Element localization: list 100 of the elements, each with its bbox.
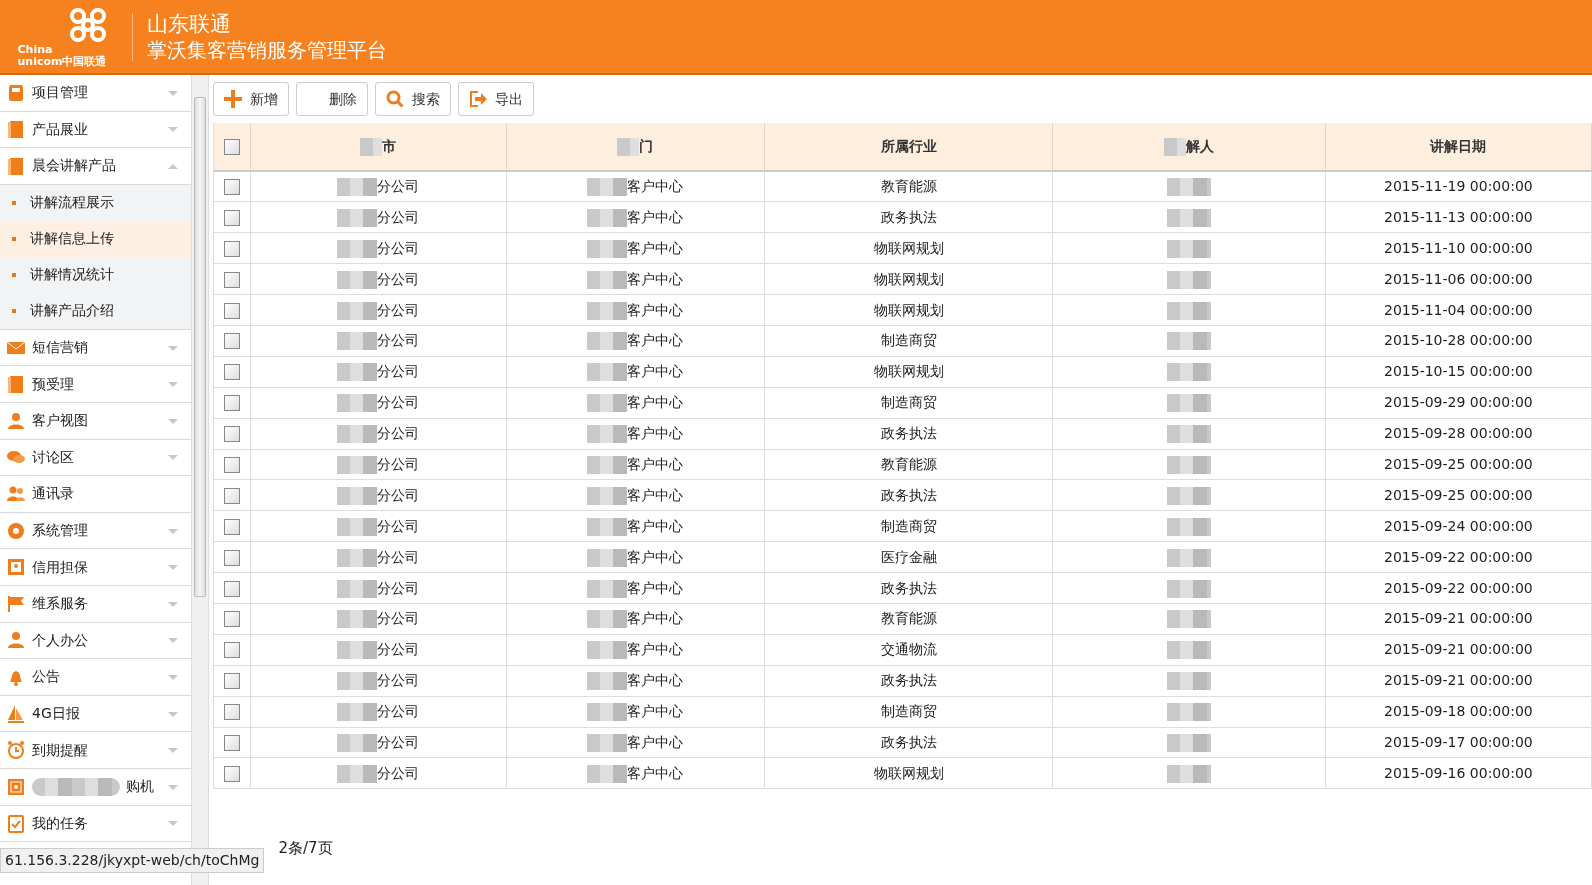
checkbox[interactable]	[223, 704, 240, 721]
sidebar-item[interactable]: 产品展业	[0, 111, 191, 149]
table-cell: 2015-09-29 00:00:00	[1384, 394, 1533, 411]
pixelated-block	[1167, 455, 1212, 474]
checkbox[interactable]	[223, 209, 240, 226]
table-cell: 制造商贸	[880, 703, 937, 720]
pixelated-block	[1167, 239, 1212, 258]
delete-button[interactable]: 删除	[295, 82, 368, 116]
table-cell: 2015-11-19 00:00:00	[1384, 178, 1533, 195]
checkbox[interactable]	[223, 426, 240, 443]
checkbox[interactable]	[223, 456, 240, 473]
table-cell: 分公司	[377, 641, 420, 658]
safe-icon	[6, 776, 26, 797]
pixelated-block	[337, 548, 378, 567]
checkbox[interactable]	[223, 549, 240, 566]
pixelated-block	[587, 178, 628, 197]
pixelated-block	[337, 301, 378, 320]
table-cell: 客户中心	[627, 178, 684, 195]
submenu-item[interactable]: 讲解信息上传	[0, 220, 191, 257]
pixelated-block	[1167, 548, 1212, 567]
checkbox[interactable]	[223, 179, 240, 196]
sidebar-item[interactable]: 晨会讲解产品	[0, 148, 191, 185]
pixelated-block	[587, 486, 628, 505]
flag-icon	[6, 593, 26, 614]
table-cell: 物联网规划	[873, 239, 944, 256]
table-cell: 交通物流	[880, 641, 937, 658]
caret-icon	[167, 819, 179, 828]
table-cell: 2015-09-21 00:00:00	[1384, 610, 1533, 627]
checkbox[interactable]	[223, 580, 240, 597]
table-cell: 政务执法	[880, 208, 937, 225]
caret-icon	[167, 746, 179, 755]
checkbox[interactable]	[223, 395, 240, 412]
table-cell: 教育能源	[880, 178, 937, 195]
sidebar-item[interactable]: 信用担保	[0, 549, 191, 586]
sidebar-item[interactable]: 讨论区	[0, 439, 191, 477]
checkbox[interactable]	[223, 734, 240, 751]
sidebar-item[interactable]: 公告	[0, 659, 191, 696]
status-url: 61.156.3.228/jkyxpt-web/ch/toChMg	[0, 848, 265, 873]
pixelated-block	[1167, 486, 1212, 505]
checkbox[interactable]	[223, 673, 240, 690]
table-cell: 物联网规划	[873, 301, 944, 318]
submenu-item[interactable]: 讲解产品介绍	[0, 292, 191, 329]
pixelated-block	[587, 672, 628, 691]
table-cell: 分公司	[377, 208, 420, 225]
table-cell: 客户中心	[627, 672, 684, 689]
pixelated-block	[337, 703, 378, 722]
sidebar-item[interactable]: 项目管理	[0, 75, 191, 112]
pixelated-block	[587, 270, 628, 289]
sidebar-item[interactable]: 到期提醒	[0, 732, 191, 769]
table-cell: 物联网规划	[873, 270, 944, 287]
pixelated-block	[1167, 270, 1212, 289]
pixelated-block	[337, 579, 378, 598]
sidebar-item[interactable]: 4G日报	[0, 695, 191, 733]
table-cell: 2015-09-17 00:00:00	[1384, 733, 1533, 750]
pixelated-block	[587, 641, 628, 660]
pixelated-block	[337, 486, 378, 505]
page-summary: 2条/7页	[277, 838, 334, 860]
sidebar-item[interactable]: 我的任务	[0, 805, 191, 843]
submenu-item[interactable]: 讲解流程展示	[0, 184, 191, 221]
sidebar-item[interactable]: 预受理	[0, 366, 191, 403]
sidebar-item[interactable]: 个人办公	[0, 622, 191, 660]
alarm-clock-icon	[6, 740, 26, 761]
sidebar-item[interactable]: 购机	[0, 768, 191, 806]
sidebar-item[interactable]: 短信营销	[0, 329, 191, 367]
search-icon	[385, 90, 404, 108]
table-cell: 客户中心	[627, 208, 684, 225]
sidebar-item[interactable]: 客户视图	[0, 402, 191, 440]
caret-icon	[167, 672, 179, 681]
caret-icon	[167, 563, 179, 572]
checkbox[interactable]	[223, 271, 240, 288]
notebook-icon	[6, 82, 26, 103]
submenu-item[interactable]: 讲解情况统计	[0, 256, 191, 293]
sidebar-item[interactable]: 维系服务	[0, 585, 191, 623]
search-button[interactable]: 搜索	[374, 82, 451, 116]
checkbox[interactable]	[223, 487, 240, 504]
sidebar-item[interactable]: 系统管理	[0, 512, 191, 550]
table-cell: 物联网规划	[873, 363, 944, 380]
checkbox[interactable]	[223, 765, 240, 782]
table-cell: 物联网规划	[873, 764, 944, 781]
add-button[interactable]: 新增	[212, 82, 289, 116]
caret-icon	[167, 453, 179, 462]
checkbox[interactable]	[223, 642, 240, 659]
checkbox[interactable]	[223, 302, 240, 319]
bullet-icon	[12, 200, 16, 205]
checkbox[interactable]	[223, 518, 240, 535]
export-button[interactable]: 导出	[457, 82, 534, 116]
checkbox[interactable]	[223, 240, 240, 257]
sidebar-item[interactable]: 通讯录	[0, 476, 191, 513]
checkbox[interactable]	[223, 364, 240, 381]
checkbox[interactable]	[223, 139, 240, 155]
gear-icon	[6, 520, 26, 541]
table-cell: 2015-10-15 00:00:00	[1384, 363, 1533, 380]
table-cell: 客户中心	[627, 301, 684, 318]
table-cell: 分公司	[377, 548, 420, 565]
checkbox[interactable]	[223, 611, 240, 628]
table-cell: 2015-09-24 00:00:00	[1384, 517, 1533, 534]
checkbox[interactable]	[223, 333, 240, 350]
pixelated-block	[337, 270, 378, 289]
table-cell: 2015-09-21 00:00:00	[1384, 641, 1533, 658]
pixelated-block	[587, 579, 628, 598]
